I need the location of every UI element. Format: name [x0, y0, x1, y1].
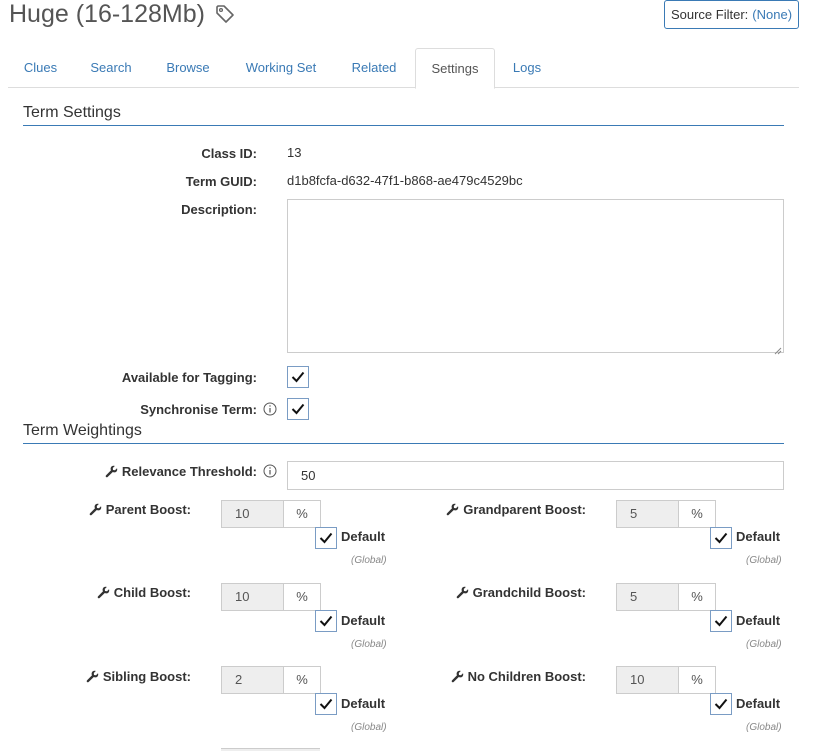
available-tagging-checkbox[interactable]: [287, 366, 309, 388]
grandparent-boost-global-label: (Global): [746, 555, 782, 566]
grandparent-boost-text: Grandparent Boost:: [463, 501, 586, 517]
grandchild-boost-default-checkbox[interactable]: [710, 610, 732, 632]
grandchild-boost-global-label: (Global): [746, 639, 782, 650]
grandchild-boost-text: Grandchild Boost:: [472, 584, 586, 600]
percent-addon: %: [284, 584, 320, 610]
tag-icon[interactable]: [215, 4, 235, 24]
no-children-boost-text: No Children Boost:: [467, 668, 586, 684]
percent-addon: %: [679, 667, 715, 693]
info-icon[interactable]: [263, 402, 277, 416]
tab-settings[interactable]: Settings: [415, 48, 495, 89]
tab-bar: Clues Search Browse Working Set Related …: [8, 48, 799, 89]
tab-clues[interactable]: Clues: [8, 48, 73, 88]
no-children-boost-input-group: 10 %: [616, 666, 716, 694]
no-children-boost-global-label: (Global): [746, 722, 782, 733]
page-title-text: Huge (16-128Mb): [9, 0, 205, 28]
tab-logs[interactable]: Logs: [500, 48, 554, 88]
relevance-threshold-label: Relevance Threshold:: [80, 462, 277, 480]
description-textarea[interactable]: [287, 199, 784, 355]
checkmark-icon: [714, 615, 728, 627]
grandparent-boost-input[interactable]: 5: [617, 501, 679, 527]
grandparent-boost-label: Grandparent Boost:: [420, 500, 586, 518]
available-tagging-label: Available for Tagging:: [121, 369, 257, 385]
percent-addon: %: [284, 667, 320, 693]
no-children-boost-input[interactable]: 10: [617, 667, 679, 693]
relevance-threshold-input[interactable]: 50: [287, 461, 784, 490]
synchronise-term-text: Synchronise Term:: [140, 401, 257, 417]
term-weightings-header: Term Weightings: [23, 422, 784, 444]
source-filter-label: Source Filter:: [670, 7, 749, 22]
wrench-icon: [86, 670, 99, 683]
grandchild-boost-input[interactable]: 5: [617, 584, 679, 610]
wrench-icon: [451, 670, 464, 683]
info-icon[interactable]: [263, 464, 277, 478]
page-title: Huge (16-128Mb): [9, 0, 235, 28]
source-filter-button[interactable]: Source Filter: (None): [664, 0, 799, 29]
checkmark-icon: [319, 615, 333, 627]
child-boost-input[interactable]: 10: [222, 584, 284, 610]
grandchild-boost-default-label: Default: [736, 613, 781, 628]
percent-addon: %: [679, 584, 715, 610]
checkmark-icon: [291, 371, 305, 383]
grandchild-boost-input-group: 5 %: [616, 583, 716, 611]
relevance-threshold-text: Relevance Threshold:: [121, 463, 257, 479]
child-boost-text: Child Boost:: [113, 584, 191, 600]
wrench-icon: [105, 465, 118, 478]
child-boost-label: Child Boost:: [40, 583, 191, 601]
grandparent-boost-input-group: 5 %: [616, 500, 716, 528]
child-boost-global-label: (Global): [351, 639, 387, 650]
grandparent-boost-default-label: Default: [736, 529, 781, 544]
wrench-icon: [456, 586, 469, 599]
parent-boost-input[interactable]: 10: [222, 501, 284, 527]
checkmark-icon: [319, 532, 333, 544]
checkmark-icon: [291, 403, 305, 415]
sibling-boost-default-checkbox[interactable]: [315, 693, 337, 715]
parent-boost-label: Parent Boost:: [40, 500, 191, 518]
parent-boost-default-label: Default: [341, 529, 386, 544]
wrench-icon: [97, 586, 110, 599]
checkmark-icon: [714, 532, 728, 544]
class-id-value: 13: [287, 145, 302, 160]
grandparent-boost-default-checkbox[interactable]: [710, 527, 732, 549]
sibling-boost-global-label: (Global): [351, 722, 387, 733]
term-settings-header: Term Settings: [23, 104, 784, 126]
wrench-icon: [89, 503, 102, 516]
sibling-boost-default-label: Default: [341, 696, 386, 711]
class-id-label: Class ID:: [201, 145, 257, 161]
tab-search[interactable]: Search: [78, 48, 144, 88]
grandchild-boost-label: Grandchild Boost:: [420, 583, 586, 601]
sibling-boost-label: Sibling Boost:: [40, 667, 191, 685]
term-guid-value: d1b8fcfa-d632-47f1-b868-ae479c4529bc: [287, 173, 523, 188]
child-boost-input-group: 10 %: [221, 583, 321, 611]
resize-grip-icon[interactable]: [774, 343, 782, 355]
description-label: Description:: [181, 201, 257, 217]
parent-boost-global-label: (Global): [351, 555, 387, 566]
term-guid-label: Term GUID:: [185, 173, 257, 189]
checkmark-icon: [714, 698, 728, 710]
no-children-boost-default-checkbox[interactable]: [710, 693, 732, 715]
tab-browse[interactable]: Browse: [153, 48, 223, 88]
checkmark-icon: [319, 698, 333, 710]
child-boost-default-checkbox[interactable]: [315, 610, 337, 632]
parent-boost-default-checkbox[interactable]: [315, 527, 337, 549]
sibling-boost-input-group: 2 %: [221, 666, 321, 694]
wrench-icon: [446, 503, 459, 516]
synchronise-term-checkbox[interactable]: [287, 398, 309, 420]
sibling-boost-text: Sibling Boost:: [102, 668, 191, 684]
parent-boost-text: Parent Boost:: [105, 501, 191, 517]
child-boost-default-label: Default: [341, 613, 386, 628]
no-children-boost-default-label: Default: [736, 696, 781, 711]
no-children-boost-label: No Children Boost:: [420, 667, 586, 685]
sibling-boost-input[interactable]: 2: [222, 667, 284, 693]
tab-working-set[interactable]: Working Set: [234, 48, 328, 88]
synchronise-term-label: Synchronise Term:: [60, 400, 277, 418]
percent-addon: %: [679, 501, 715, 527]
tab-related[interactable]: Related: [338, 48, 410, 88]
parent-boost-input-group: 10 %: [221, 500, 321, 528]
percent-addon: %: [284, 501, 320, 527]
source-filter-value: (None): [752, 7, 793, 22]
